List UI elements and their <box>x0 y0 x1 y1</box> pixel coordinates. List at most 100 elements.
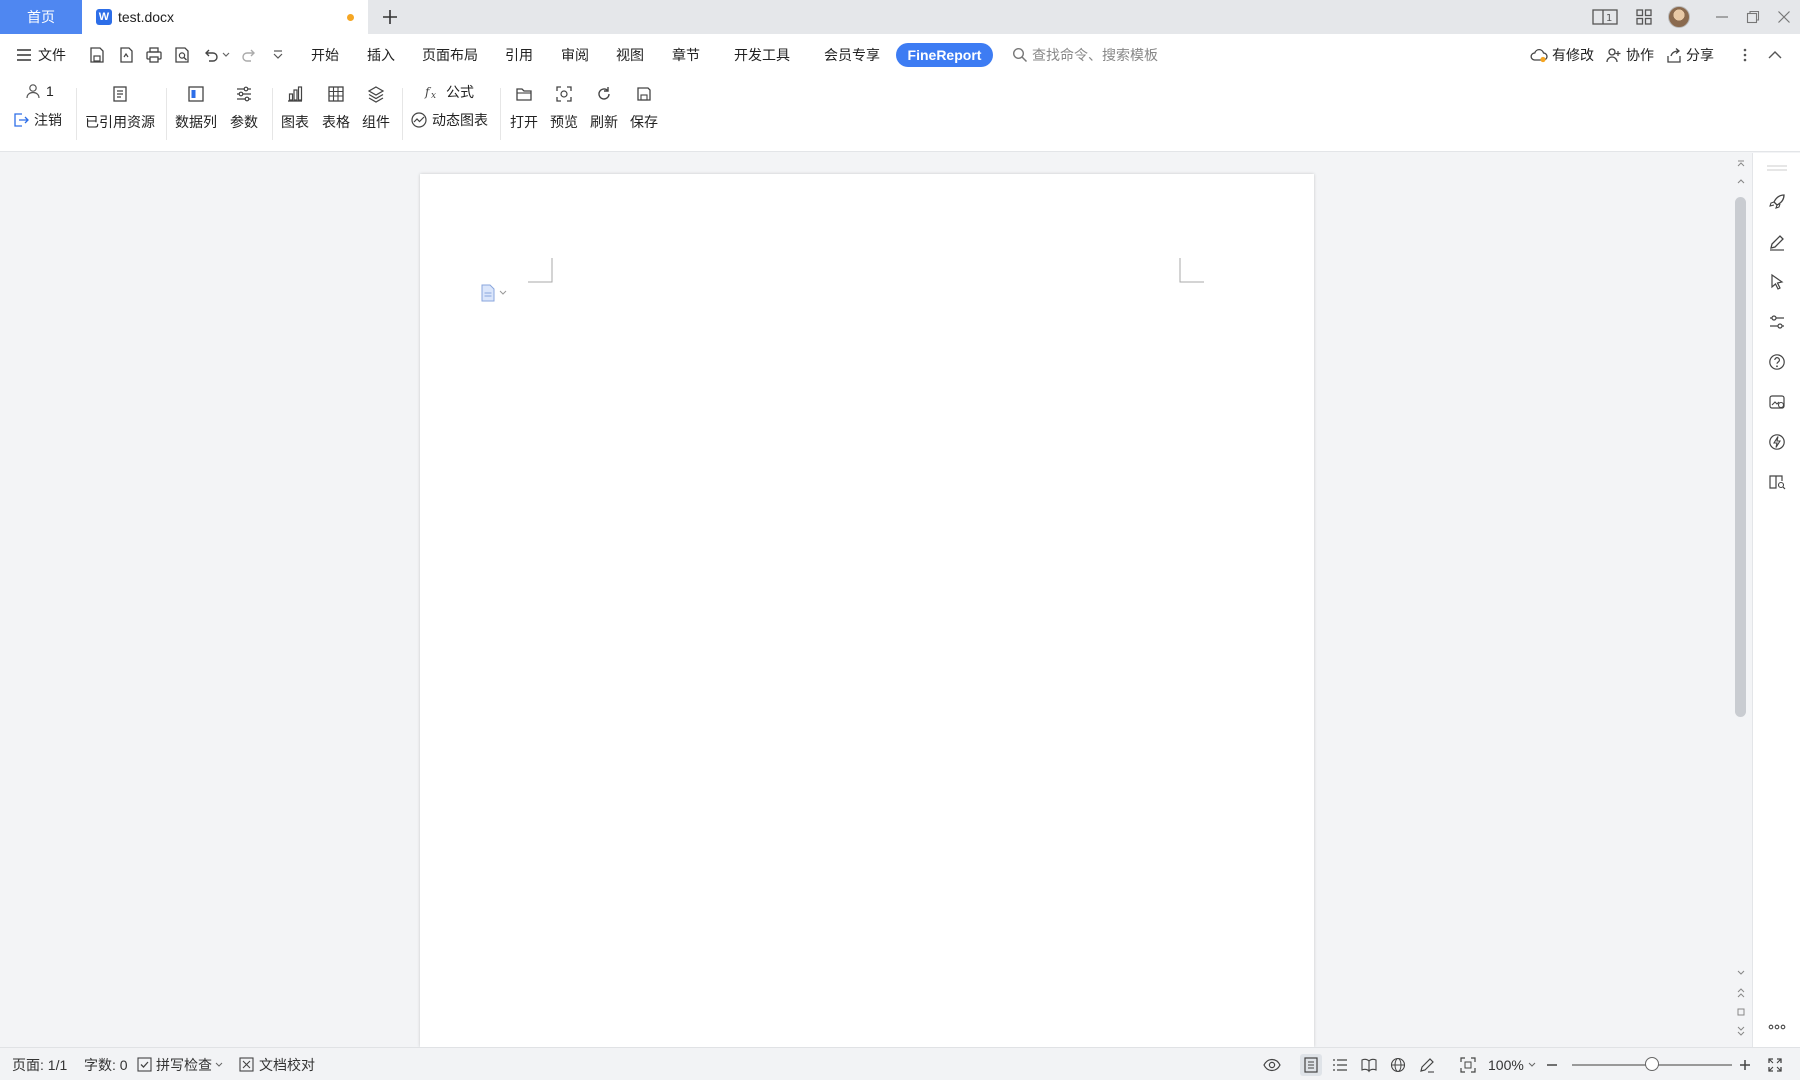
scroll-down-icon[interactable] <box>1736 969 1746 977</box>
dynamic-chart-button[interactable]: 动态图表 <box>410 110 488 130</box>
menu-tab-insert[interactable]: 插入 <box>367 34 395 76</box>
menu-tab-member[interactable]: 会员专享 <box>824 34 880 76</box>
formula-button[interactable]: fx 公式 <box>424 82 474 102</box>
collaborate-button[interactable]: 协作 <box>1606 34 1654 76</box>
logout-button[interactable]: 注销 <box>12 110 62 130</box>
file-menu[interactable]: 文件 <box>16 34 66 76</box>
select-cursor-button[interactable] <box>1766 271 1788 293</box>
edit-pen-button[interactable] <box>1766 231 1788 253</box>
logged-in-user[interactable]: 1 <box>24 82 54 100</box>
fullscreen-button[interactable] <box>1764 1054 1786 1076</box>
parameters-label: 参数 <box>230 114 258 130</box>
page-view-button[interactable] <box>1300 1054 1322 1076</box>
share-button[interactable]: 分享 <box>1666 34 1714 76</box>
zoom-level-dropdown[interactable]: 100% <box>1488 1048 1536 1080</box>
plus-icon <box>1740 1060 1750 1070</box>
undo-dropdown[interactable] <box>220 44 232 66</box>
eye-protection-button[interactable] <box>1261 1054 1283 1076</box>
chevron-down-icon <box>222 52 230 57</box>
writer-doc-icon: W <box>96 9 112 25</box>
preview-button[interactable]: 预览 <box>550 82 578 132</box>
refresh-button[interactable]: 刷新 <box>590 82 618 132</box>
fit-page-icon <box>1460 1057 1476 1073</box>
export-pdf-button[interactable] <box>115 44 137 66</box>
drag-handle-icon[interactable] <box>1767 165 1787 171</box>
select-browse-object-icon[interactable] <box>1736 1007 1746 1017</box>
document-page[interactable] <box>420 174 1314 1047</box>
document-proofread-button[interactable]: 文档校对 <box>239 1048 315 1080</box>
word-count-status[interactable]: 字数: 0 <box>84 1048 128 1080</box>
tab-home[interactable]: 首页 <box>0 0 82 34</box>
ai-assistant-button[interactable] <box>1766 431 1788 453</box>
modified-status-button[interactable]: 有修改 <box>1530 34 1594 76</box>
minus-icon <box>1547 1064 1557 1066</box>
menu-tab-start[interactable]: 开始 <box>311 34 339 76</box>
scroll-top-icon[interactable] <box>1736 159 1746 169</box>
menu-tab-references[interactable]: 引用 <box>505 34 533 76</box>
previous-page-icon[interactable] <box>1736 987 1746 999</box>
insert-chart-button[interactable]: 图表 <box>281 82 309 132</box>
tab-document[interactable]: W test.docx <box>82 0 368 34</box>
more-options-button[interactable] <box>1734 44 1756 66</box>
document-workspace[interactable] <box>0 153 1752 1047</box>
paste-options-button[interactable] <box>480 284 507 302</box>
print-preview-button[interactable] <box>171 44 193 66</box>
insert-table-button[interactable]: 表格 <box>322 82 350 132</box>
zoom-slider-knob[interactable] <box>1645 1057 1659 1071</box>
minimize-button[interactable] <box>1710 5 1734 29</box>
quick-access-customize[interactable] <box>267 44 289 66</box>
search-placeholder: 查找命令、搜索模板 <box>1032 47 1158 63</box>
file-menu-label: 文件 <box>38 47 66 63</box>
scroll-up-icon[interactable] <box>1736 177 1746 185</box>
chevron-down-icon <box>215 1062 223 1067</box>
redo-button[interactable] <box>238 44 260 66</box>
rocket-launch-button[interactable] <box>1766 191 1788 213</box>
referenced-resources-button[interactable]: 已引用资源 <box>85 82 155 132</box>
scrollbar-thumb[interactable] <box>1735 197 1746 717</box>
zoom-in-button[interactable] <box>1734 1054 1756 1076</box>
fit-width-button[interactable] <box>1457 1054 1479 1076</box>
image-tools-button[interactable] <box>1766 391 1788 413</box>
menu-tab-section[interactable]: 章节 <box>672 34 700 76</box>
vertical-scrollbar[interactable] <box>1730 153 1752 1047</box>
menu-tab-view[interactable]: 视图 <box>616 34 644 76</box>
fullscreen-icon <box>1768 1058 1782 1072</box>
proofread-box-icon <box>239 1057 254 1072</box>
menu-tab-finereport[interactable]: FineReport <box>896 43 993 67</box>
undo-button[interactable] <box>200 44 222 66</box>
close-window-button[interactable] <box>1772 5 1796 29</box>
menu-tab-review[interactable]: 审阅 <box>561 34 589 76</box>
referenced-resources-label: 已引用资源 <box>85 114 155 130</box>
parameters-button[interactable]: 参数 <box>230 82 258 132</box>
print-button[interactable] <box>143 44 165 66</box>
help-button[interactable] <box>1766 351 1788 373</box>
more-panel-button[interactable] <box>1766 1016 1788 1038</box>
window-layout-button[interactable]: 1 <box>1590 5 1620 29</box>
reading-view-button[interactable] <box>1358 1054 1380 1076</box>
new-doc-button[interactable] <box>86 44 108 66</box>
data-column-button[interactable]: 数据列 <box>175 82 217 132</box>
next-page-icon[interactable] <box>1736 1025 1746 1037</box>
open-template-button[interactable]: 打开 <box>510 82 538 132</box>
component-button[interactable]: 组件 <box>362 82 390 132</box>
reading-mode-button[interactable] <box>1766 471 1788 493</box>
web-view-button[interactable] <box>1387 1054 1409 1076</box>
print-preview-icon <box>175 47 189 63</box>
app-grid-button[interactable] <box>1632 5 1656 29</box>
zoom-out-button[interactable] <box>1541 1054 1563 1076</box>
writing-mode-button[interactable] <box>1416 1054 1438 1076</box>
user-avatar-button[interactable] <box>1667 5 1691 29</box>
save-template-button[interactable]: 保存 <box>630 82 658 132</box>
properties-sliders-button[interactable] <box>1766 311 1788 333</box>
menu-tab-page-layout[interactable]: 页面布局 <box>422 34 478 76</box>
collapse-ribbon-button[interactable] <box>1764 44 1786 66</box>
page-count-status[interactable]: 页面: 1/1 <box>12 1048 67 1080</box>
menu-tab-developer[interactable]: 开发工具 <box>734 34 790 76</box>
document-small-icon <box>481 284 495 302</box>
command-search[interactable]: 查找命令、搜索模板 <box>1012 34 1158 76</box>
sliders-icon <box>1770 315 1784 329</box>
outline-view-button[interactable] <box>1329 1054 1351 1076</box>
new-tab-button[interactable] <box>378 5 402 29</box>
spell-check-button[interactable]: 拼写检查 <box>137 1048 223 1080</box>
restore-button[interactable] <box>1741 5 1765 29</box>
